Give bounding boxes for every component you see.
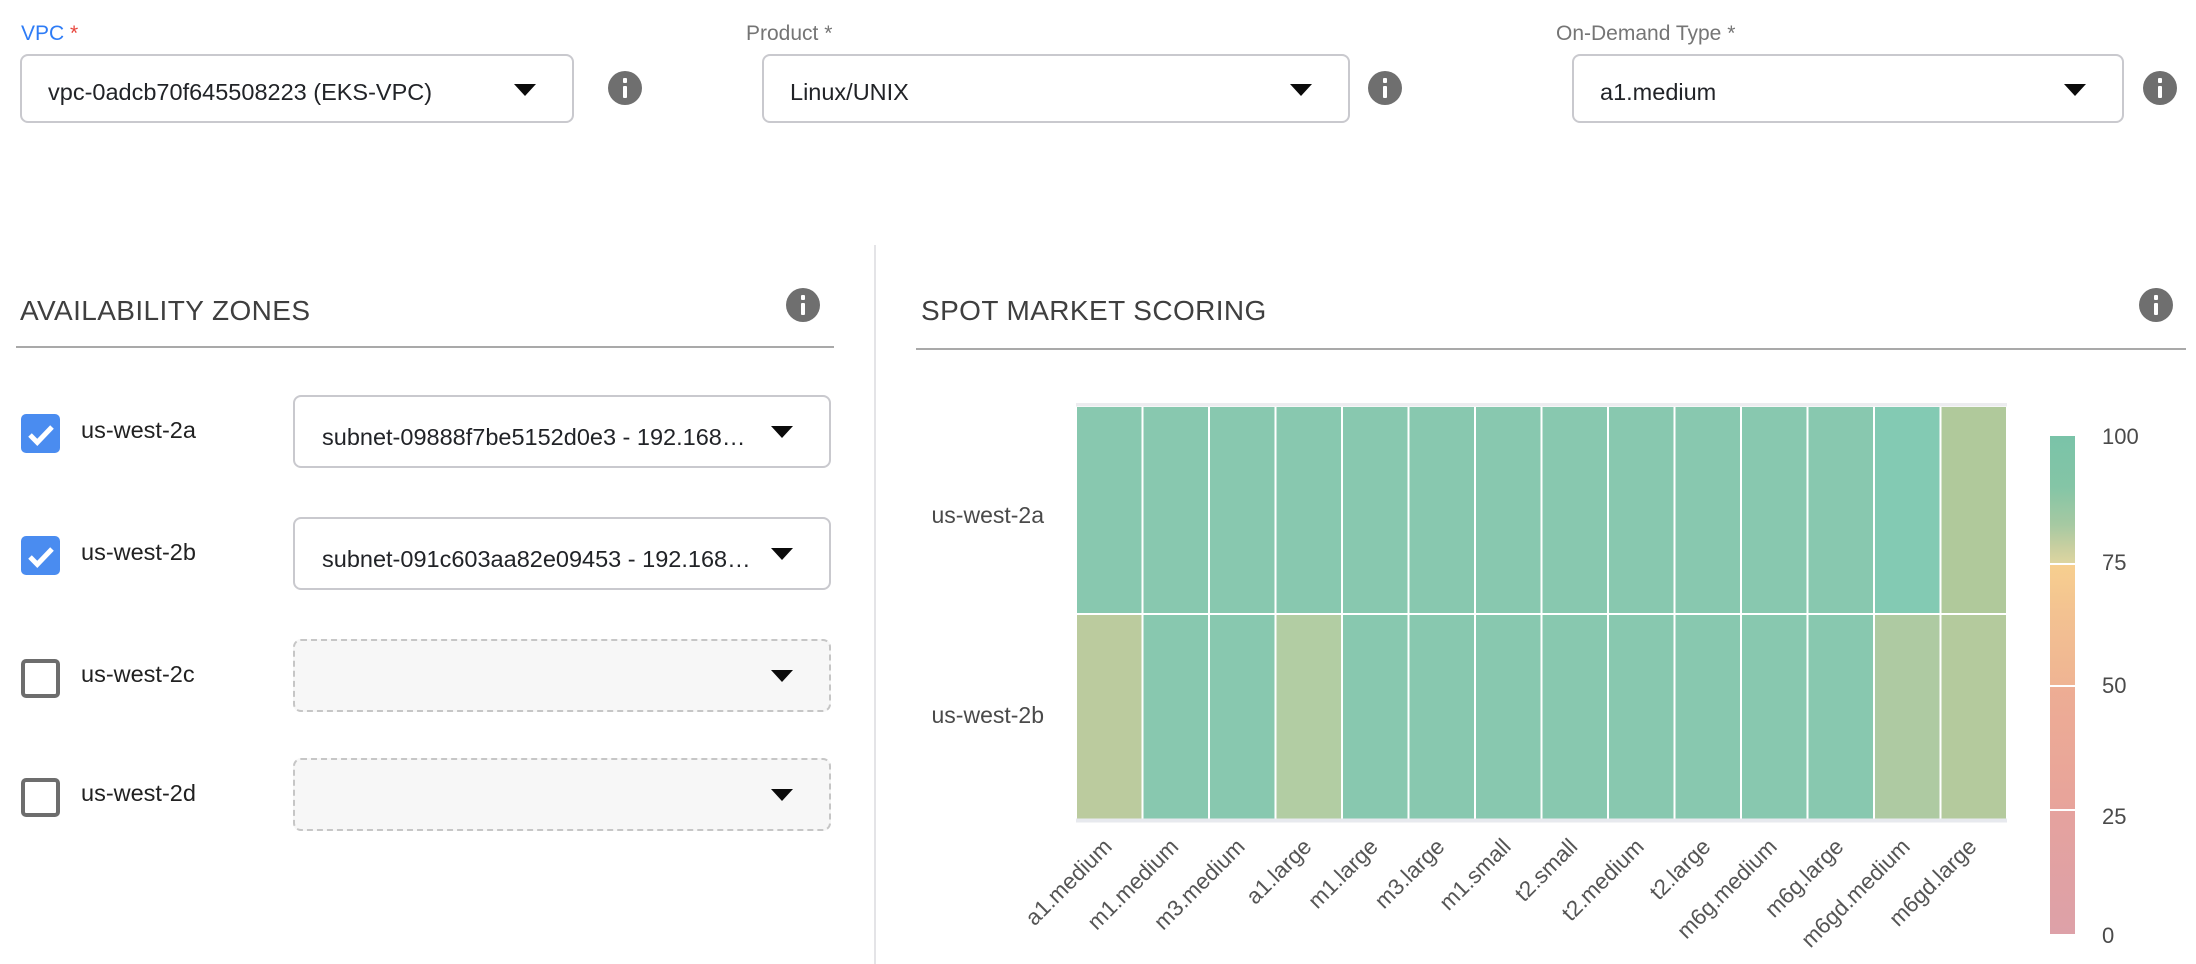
- svg-text:0: 0: [2102, 923, 2114, 948]
- svg-text:25: 25: [2102, 804, 2126, 829]
- svg-text:m1.small: m1.small: [1434, 834, 1515, 915]
- svg-text:us-west-2a: us-west-2a: [932, 502, 1045, 528]
- svg-text:us-west-2b: us-west-2b: [932, 702, 1044, 728]
- svg-text:75: 75: [2102, 550, 2126, 575]
- svg-text:50: 50: [2102, 673, 2126, 698]
- svg-text:m1.large: m1.large: [1303, 834, 1383, 914]
- svg-text:100: 100: [2102, 424, 2139, 449]
